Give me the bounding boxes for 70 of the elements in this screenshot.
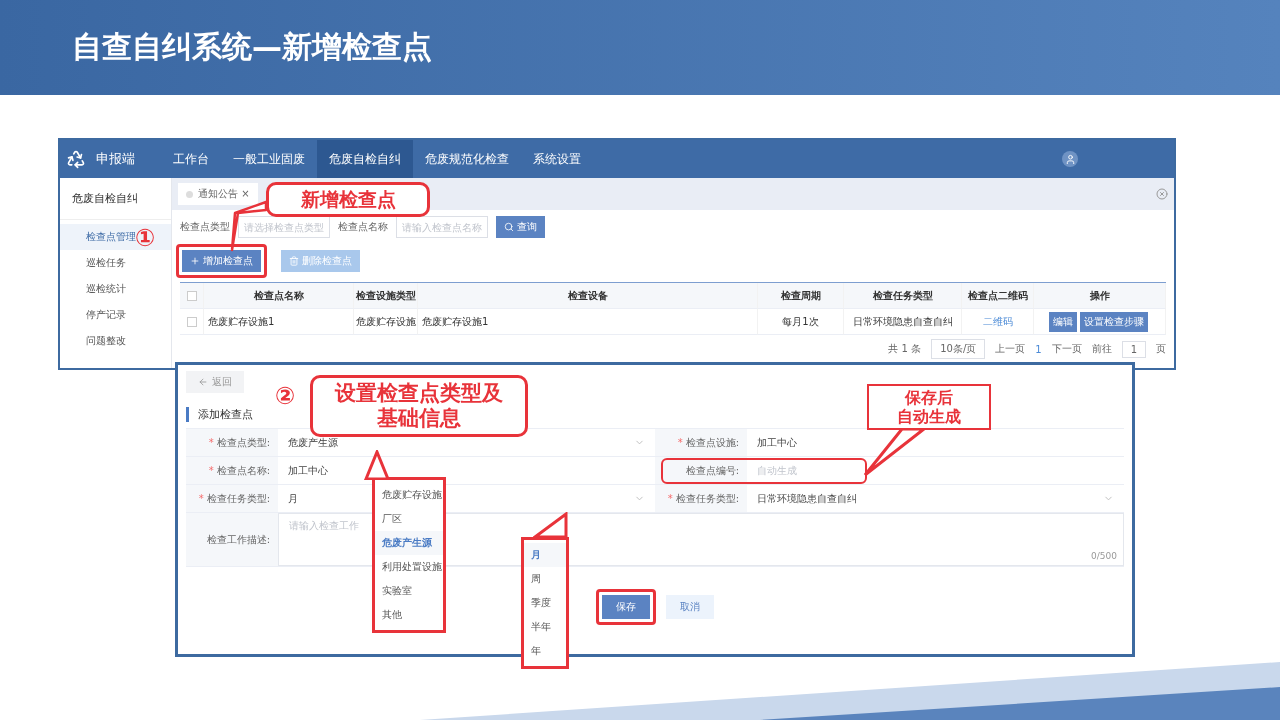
user-icon[interactable] [1062, 151, 1078, 167]
checkbox[interactable] [186, 316, 197, 327]
sidebar-title: 危废自检自纠 [60, 178, 171, 220]
goto-label: 前往 [1091, 342, 1112, 356]
add-button[interactable]: 增加检查点 [182, 250, 261, 272]
steps-button[interactable]: 设置检查步骤 [1079, 311, 1148, 332]
filter-label: 检查点类型 [180, 220, 230, 234]
goto-input[interactable]: 1 [1121, 340, 1146, 358]
callout-bubble: 新增检查点 [266, 182, 430, 217]
nav-item[interactable]: 危废规范化检查 [413, 140, 521, 178]
qr-code-link[interactable]: 二维码 [982, 314, 1013, 329]
nav-item[interactable]: 系统设置 [521, 140, 593, 178]
arrow-left-icon [198, 377, 208, 387]
callout-bubble: 设置检查点类型及 基础信息 [310, 375, 528, 438]
prev-page-link[interactable]: 上一页 [995, 342, 1026, 356]
plus-icon [190, 256, 200, 266]
nav-item[interactable]: 工作台 [161, 140, 221, 178]
page-tab[interactable]: 通知公告 × [178, 183, 258, 205]
column-header: 检查设备 [418, 283, 758, 309]
input-field[interactable]: 加工中心 [278, 457, 655, 484]
field-label: * 检查点名称: [186, 457, 278, 484]
input-field[interactable]: 加工中心 [747, 429, 1124, 456]
total-count: 共 1 条 [888, 342, 922, 356]
column-header: 操作 [1034, 283, 1166, 309]
nav-item[interactable]: 一般工业固废 [221, 140, 317, 178]
sidebar-item[interactable]: 停产记录 [60, 302, 171, 328]
table-cell: 危废贮存设施1 [418, 309, 758, 335]
cancel-button[interactable]: 取消 [666, 595, 714, 619]
trash-icon [289, 256, 299, 266]
field-label: 检查工作描述: [186, 513, 278, 566]
sidebar-item[interactable]: 巡检任务 [60, 250, 171, 276]
select-value[interactable]: 日常环境隐患自查自纠 [757, 491, 857, 506]
page-suffix: 页 [1156, 342, 1166, 356]
checkbox[interactable] [186, 290, 197, 301]
column-header: 检查设施类型 [354, 283, 418, 309]
sidebar-item[interactable]: 巡检统计 [60, 276, 171, 302]
step-number: ① [135, 226, 156, 250]
table-cell: 日常环境隐患自查自纠 [844, 309, 962, 335]
brand-name: 申报端 [96, 150, 135, 168]
select-value[interactable]: 危废产生源 [288, 435, 338, 450]
column-header: 检查点名称 [204, 283, 354, 309]
char-counter: 0/500 [1091, 551, 1117, 561]
search-button[interactable]: 查询 [496, 216, 545, 238]
select-value[interactable]: 月 [288, 491, 298, 506]
slide-title: 自查自纠系统—新增检查点 [72, 28, 432, 66]
dropdown-option[interactable]: 危废产生源 [375, 531, 443, 555]
table-cell: 危废贮存设施1 [204, 309, 354, 335]
table-cell: 每月1次 [758, 309, 844, 335]
step-number: ② [275, 384, 296, 408]
table-cell: 危废贮存设施 [354, 309, 418, 335]
sidebar-item[interactable]: 问题整改 [60, 328, 171, 354]
field-label: * 检查任务类型: [655, 485, 747, 512]
page-number[interactable]: 1 [1035, 343, 1042, 355]
search-icon [504, 222, 514, 232]
column-header: 检查点二维码 [962, 283, 1034, 309]
column-header: 检查周期 [758, 283, 844, 309]
next-page-link[interactable]: 下一页 [1051, 342, 1082, 356]
edit-button[interactable]: 编辑 [1048, 311, 1077, 332]
page-size-select[interactable]: 10条/页 [931, 339, 986, 359]
callout-bubble: 保存后 自动生成 [867, 384, 991, 431]
filter-label: 检查点名称 [338, 220, 388, 234]
column-header: 检查任务类型 [844, 283, 962, 309]
dropdown-option[interactable]: 月 [524, 543, 566, 567]
field-label: * 检查点类型: [186, 429, 278, 456]
field-label: * 检查任务类型: [186, 485, 278, 512]
save-button[interactable]: 保存 [602, 595, 650, 619]
field-label: * 检查点设施: [655, 429, 747, 456]
nav-item[interactable]: 危废自检自纠 [317, 140, 413, 178]
recycle-icon [66, 149, 86, 169]
close-icon[interactable] [1156, 188, 1168, 200]
